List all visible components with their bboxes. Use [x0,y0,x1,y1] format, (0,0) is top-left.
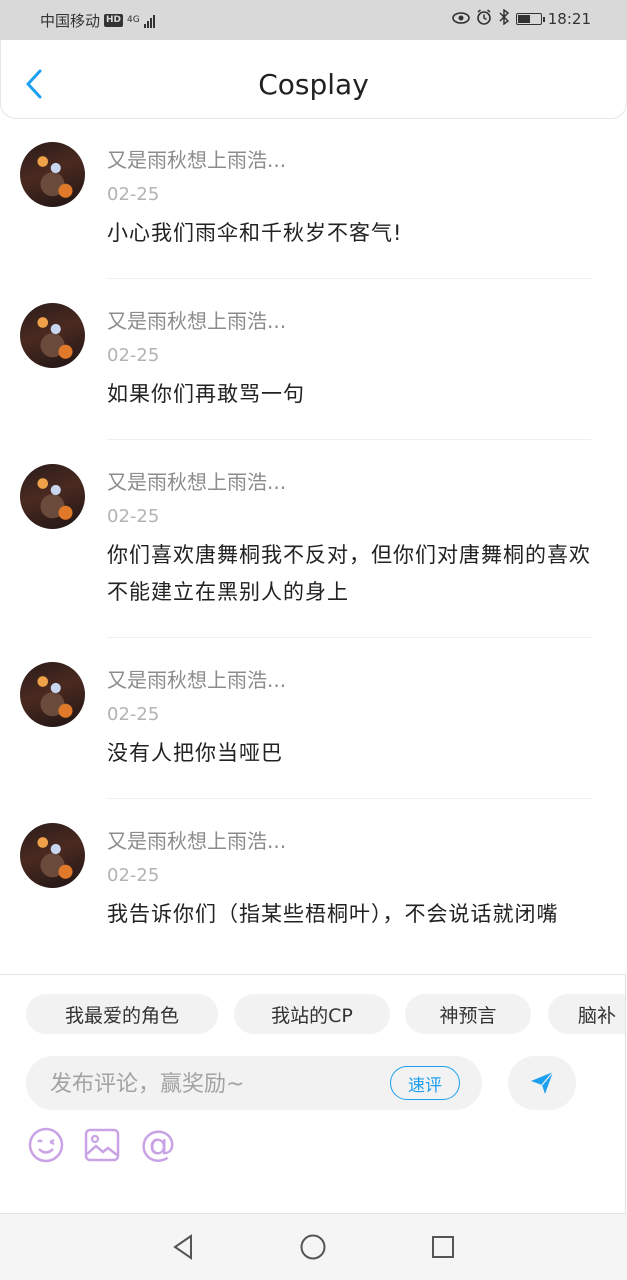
comment-username[interactable]: 又是雨秋想上雨浩... [107,667,609,693]
bluetooth-icon [498,8,510,29]
circle-home-icon [300,1234,326,1260]
app-header: Cosplay [0,40,627,119]
clock-time: 18:21 [547,10,591,28]
comment-date: 02-25 [107,506,160,527]
comment-composer: 我最爱的角色 我站的CP 神预言 脑补 速评 @ [0,974,626,1214]
alarm-icon [476,9,492,29]
comment-username[interactable]: 又是雨秋想上雨浩... [107,469,609,495]
comment-text: 如果你们再敢骂一句 [107,382,305,406]
nav-back-button[interactable] [168,1232,198,1262]
tag-chip[interactable]: 我最爱的角色 [26,994,218,1034]
comment-item: 又是雨秋想上雨浩... 02-25 我告诉你们（指某些梧桐叶），不会说话就闭嘴 [0,823,627,933]
comment-date: 02-25 [107,184,160,205]
avatar[interactable] [20,142,85,207]
hd-badge: HD [104,14,124,27]
comment-date: 02-25 [107,865,160,886]
comment-text: 没有人把你当哑巴 [107,741,283,765]
carrier-label: 中国移动 [40,12,101,30]
system-nav-bar [0,1214,627,1280]
emoji-button[interactable] [26,1125,66,1165]
image-icon [84,1128,120,1162]
quick-review-button[interactable]: 速评 [390,1066,460,1100]
avatar[interactable] [20,662,85,727]
avatar[interactable] [20,464,85,529]
divider [107,798,591,799]
comment-list[interactable]: 又是雨秋想上雨浩... 02-25 小心我们雨伞和千秋岁不客气! 又是雨秋想上雨… [0,122,627,974]
status-bar: 中国移动 HD 4G 18:21 [0,0,627,40]
comment-username[interactable]: 又是雨秋想上雨浩... [107,147,609,173]
comment-username[interactable]: 又是雨秋想上雨浩... [107,308,609,334]
avatar[interactable] [20,303,85,368]
comment-input[interactable] [48,1056,382,1112]
at-icon: @ [140,1125,176,1165]
comment-item: 又是雨秋想上雨浩... 02-25 没有人把你当哑巴 [0,662,627,772]
eye-icon [451,10,470,28]
battery-icon [515,13,545,25]
square-recents-icon [432,1236,454,1258]
comment-item: 又是雨秋想上雨浩... 02-25 小心我们雨伞和千秋岁不客气! [0,142,627,252]
page-title: Cosplay [258,68,369,101]
svg-text:@: @ [140,1125,176,1165]
tag-chip[interactable]: 我站的CP [234,994,390,1034]
image-button[interactable] [82,1125,122,1165]
send-button[interactable] [508,1056,576,1110]
triangle-back-icon [173,1234,192,1260]
divider [107,439,591,440]
signal-icon [143,14,155,28]
emoji-icon [28,1127,64,1163]
network-label: 4G [127,15,140,25]
comment-date: 02-25 [107,704,160,725]
divider [107,278,591,279]
tag-row: 我最爱的角色 我站的CP 神预言 脑补 [0,975,625,1045]
comment-item: 又是雨秋想上雨浩... 02-25 你们喜欢唐舞桐我不反对，但你们对唐舞桐的喜欢… [0,464,627,611]
comment-text: 小心我们雨伞和千秋岁不客气! [107,221,403,245]
comment-text: 我告诉你们（指某些梧桐叶），不会说话就闭嘴 [107,902,559,926]
tag-chip[interactable]: 神预言 [405,994,531,1034]
avatar[interactable] [20,823,85,888]
comment-username[interactable]: 又是雨秋想上雨浩... [107,828,609,854]
comment-item: 又是雨秋想上雨浩... 02-25 如果你们再敢骂一句 [0,303,627,413]
mention-button[interactable]: @ [138,1125,178,1165]
nav-recents-button[interactable] [428,1232,458,1262]
comment-date: 02-25 [107,345,160,366]
divider [107,637,591,638]
send-icon [531,1071,554,1094]
tag-chip[interactable]: 脑补 [548,994,625,1034]
nav-home-button[interactable] [298,1232,328,1262]
comment-input-wrapper: 速评 [26,1056,482,1112]
comment-text: 你们喜欢唐舞桐我不反对，但你们对唐舞桐的喜欢不能建立在黑别人的身上 [107,543,591,604]
